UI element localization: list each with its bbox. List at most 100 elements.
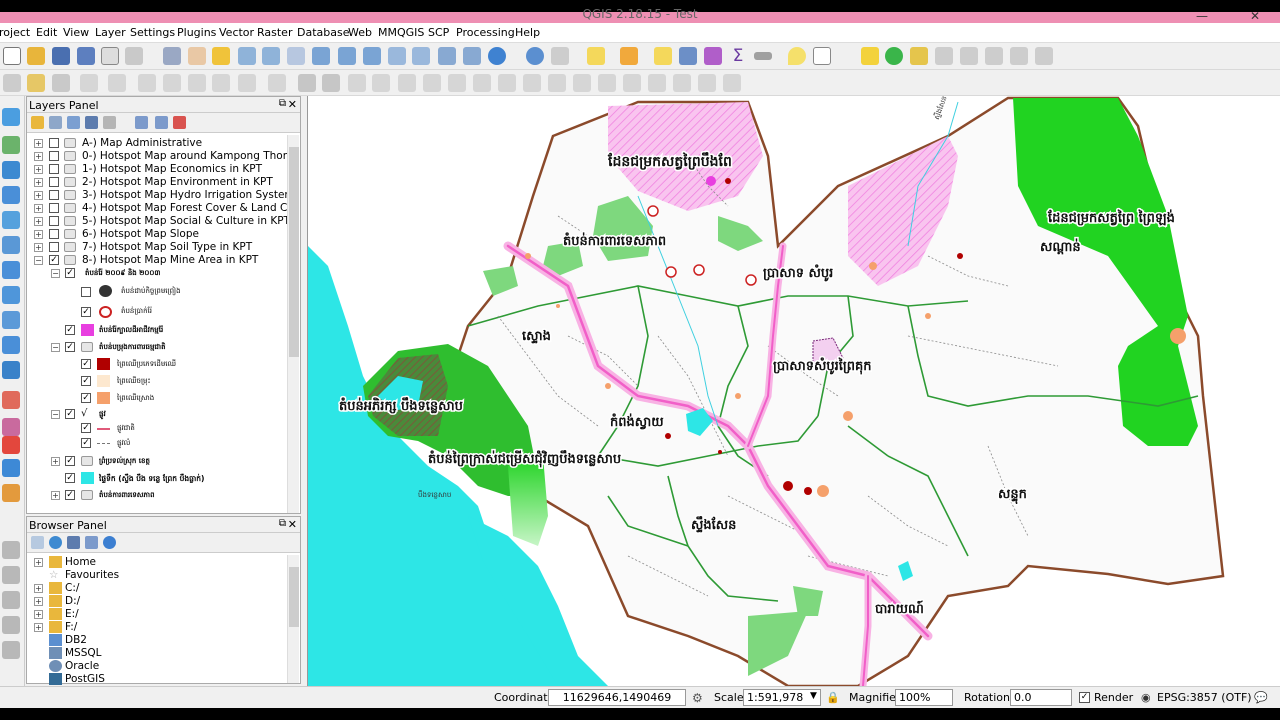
add-vector-layer-icon[interactable] [2,108,20,126]
gps-tools-icon[interactable] [2,418,20,436]
menu-scp[interactable]: SCP [428,26,449,39]
pan-icon[interactable] [188,47,206,65]
zoom-native-icon[interactable] [287,47,305,65]
legend-row[interactable]: ✓ ផ្លូវលំ [29,437,287,450]
field-calculator-icon[interactable] [704,47,722,65]
collapse-browser-icon[interactable] [85,536,98,549]
menu-mmqgis[interactable]: MMQGIS [378,26,424,39]
add-part-icon[interactable] [398,74,416,92]
filter-expression-icon[interactable] [103,116,116,129]
close-panel-icon[interactable]: ✕ [288,518,297,531]
rotation-field[interactable]: 0.0 [1010,689,1072,706]
digitize-icon[interactable] [3,74,21,92]
show-hide-labels-icon[interactable] [935,47,953,65]
layer-row[interactable]: +5-) Hotspot Map Social & Culture in KPT [29,215,287,228]
zoom-last-icon[interactable] [388,47,406,65]
browser-item-d[interactable]: + D:/ [29,595,287,608]
sublayer-row[interactable]: − ✓ តំបន់រ៉ែ ២០០៩ និង ២០០៣ [29,267,287,281]
offset-curve-icon[interactable] [523,74,541,92]
add-spatialite-layer-icon[interactable] [2,186,20,204]
layer-row[interactable]: +1-) Hotspot Map Economics in KPT [29,163,287,176]
toggle-extents-icon[interactable]: ⚙ [692,691,703,705]
zoom-full-icon[interactable] [312,47,330,65]
float-panel-icon[interactable]: ⧉ [279,98,286,109]
map-canvas[interactable]: ដែនជម្រកសត្វព្រៃបឹងពែ ដែនជម្រកសត្វព្រៃ ព… [307,96,1280,686]
menu-vector[interactable]: Vector [219,26,254,39]
new-shapefile-icon[interactable] [2,484,20,502]
touch-zoom-icon[interactable] [163,47,181,65]
browser-item-c[interactable]: + C:/ [29,582,287,595]
add-ring-icon[interactable] [372,74,390,92]
layer-labeling-icon[interactable] [885,47,903,65]
menu-help[interactable]: Help [515,26,540,39]
browser-item-home[interactable]: + Home [29,556,287,569]
zoom-next-icon[interactable] [412,47,430,65]
add-wms-layer-icon[interactable] [2,261,20,279]
coordinate-field[interactable]: 11629646,1490469 [548,689,686,706]
menu-processing[interactable]: Processing [456,26,515,39]
menu-settings[interactable]: Settings [130,26,175,39]
shape-digitize-icon[interactable] [673,74,691,92]
reshape-icon[interactable] [498,74,516,92]
add-selected-icon[interactable] [31,536,44,549]
legend-row[interactable]: ✓ ព្រៃឈើប្រភេទដើមឈើ [29,357,287,372]
menu-layer[interactable]: Layer [95,26,126,39]
copy-features-icon[interactable] [212,74,230,92]
layer-row[interactable]: +3-) Hotspot Map Hydro Irrigation System… [29,189,287,202]
menu-project[interactable]: roject [0,26,30,39]
layer-row[interactable]: + A-) Map Administrative [29,137,287,150]
sublayer-row[interactable]: − ✓ √ ផ្លូវ [29,408,287,421]
menu-edit[interactable]: Edit [36,26,57,39]
change-label-icon[interactable] [1010,47,1028,65]
add-wcs-layer-icon[interactable] [2,286,20,304]
action-icon[interactable] [551,47,569,65]
add-group-icon[interactable] [49,116,62,129]
close-panel-icon[interactable]: ✕ [288,98,297,111]
coordinate-capture-icon[interactable] [2,436,20,454]
sublayer-row[interactable]: ✓ តំបន់រ៉ែក្បាលដីអាជីវកម្មរ៉ែ [29,324,287,337]
unpin-labels-icon[interactable] [1035,47,1053,65]
layer-row[interactable]: +7-) Hotspot Map Soil Type in KPT [29,241,287,254]
messages-icon[interactable]: 💬 [1254,691,1268,704]
advanced-digitizing-icon[interactable] [298,74,316,92]
rotate-feature-icon[interactable] [322,74,340,92]
new-map-view-icon[interactable] [438,47,456,65]
legend-row[interactable]: ✓ ផ្លូវជាតិ [29,422,287,435]
zoom-layer-icon[interactable] [363,47,381,65]
topology-icon[interactable] [2,641,20,659]
zoom-in-icon[interactable] [238,47,256,65]
browser-item-postgis[interactable]: PostGIS [29,673,287,686]
move-label-icon[interactable] [960,47,978,65]
composer-manager-icon[interactable] [125,47,143,65]
cut-features-icon[interactable] [188,74,206,92]
menu-raster[interactable]: Raster [257,26,292,39]
paste-features-icon[interactable] [238,74,256,92]
pan-to-selection-icon[interactable] [212,47,230,65]
add-wfs-layer-icon[interactable] [2,311,20,329]
zoom-selection-icon[interactable] [338,47,356,65]
filter-browser-icon[interactable] [67,536,80,549]
menu-view[interactable]: View [63,26,89,39]
manage-visibility-icon[interactable] [67,116,80,129]
legend-row[interactable]: តំបន់ជាប់កិច្ចព្រមព្រៀង [29,282,287,302]
browser-scrollbar[interactable] [287,555,299,683]
layer-row[interactable]: +0-) Hotspot Map around Kampong Thom [29,150,287,163]
map-svg[interactable]: ដែនជម្រកសត្វព្រៃបឹងពែ ដែនជម្រកសត្វព្រៃ ព… [308,96,1280,686]
save-as-icon[interactable] [77,47,95,65]
remove-layer-icon[interactable] [173,116,186,129]
zoom-out-icon[interactable] [262,47,280,65]
layers-scrollbar[interactable] [287,135,299,513]
new-project-icon[interactable] [3,47,21,65]
undo-icon[interactable] [268,74,286,92]
deselect-icon[interactable] [654,47,672,65]
rotate-point-icon[interactable] [648,74,666,92]
float-panel-icon[interactable]: ⧉ [279,518,286,529]
merge-attributes-icon[interactable] [623,74,641,92]
georeferencer-icon[interactable] [2,391,20,409]
select-by-expression-icon[interactable] [620,47,638,65]
delete-ring-icon[interactable] [448,74,466,92]
circular-string-icon[interactable] [698,74,716,92]
text-annotation-icon[interactable] [813,47,831,65]
collapse-all-icon[interactable] [155,116,168,129]
vertex-tool-icon[interactable] [723,74,741,92]
